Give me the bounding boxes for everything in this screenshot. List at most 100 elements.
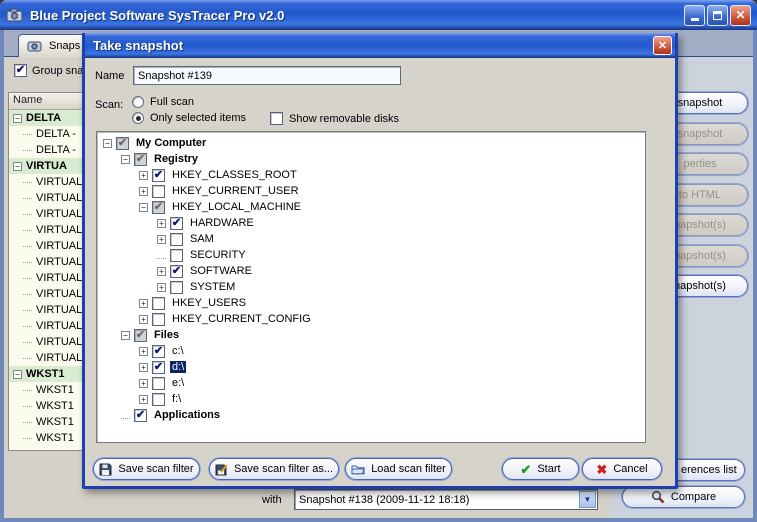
tree-node-label[interactable]: SOFTWARE bbox=[188, 265, 254, 277]
list-item-label: VIRTUAL bbox=[36, 352, 82, 364]
tree-node[interactable]: −✔ HKEY_LOCAL_MACHINE bbox=[97, 199, 645, 215]
tree-node[interactable]: + HKEY_USERS bbox=[97, 295, 645, 311]
start-button[interactable]: ✔ Start bbox=[502, 458, 579, 480]
compare-button[interactable]: Compare bbox=[622, 486, 745, 508]
tree-checkbox[interactable]: ✔ bbox=[152, 169, 165, 182]
maximize-button[interactable] bbox=[707, 5, 728, 26]
tree-line bbox=[23, 150, 32, 151]
tree-checkbox[interactable]: ✔ bbox=[152, 345, 165, 358]
tree-node-label[interactable]: SECURITY bbox=[188, 249, 248, 261]
collapse-icon[interactable]: − bbox=[121, 331, 130, 340]
tree-node[interactable]: + f:\ bbox=[97, 391, 645, 407]
tree-node[interactable]: + ✔ d:\ bbox=[97, 359, 645, 375]
tree-node[interactable]: + ✔ c:\ bbox=[97, 343, 645, 359]
snapshot-name-input[interactable] bbox=[133, 66, 401, 85]
tree-node[interactable]: + ✔ HKEY_CLASSES_ROOT bbox=[97, 167, 645, 183]
dialog-close-button[interactable]: ✕ bbox=[653, 36, 672, 55]
collapse-icon[interactable]: − bbox=[13, 370, 22, 379]
tree-checkbox[interactable]: ✔ bbox=[116, 137, 129, 150]
list-item-label: DELTA - bbox=[36, 128, 76, 140]
tree-checkbox[interactable] bbox=[152, 377, 165, 390]
expand-icon[interactable]: + bbox=[139, 187, 148, 196]
tree-checkbox[interactable] bbox=[170, 249, 183, 262]
compare-with-combobox[interactable]: Snapshot #138 (2009-11-12 18:18) ▼ bbox=[294, 489, 598, 510]
collapse-icon[interactable]: − bbox=[13, 162, 22, 171]
collapse-icon[interactable]: − bbox=[13, 114, 22, 123]
tree-node-label[interactable]: c:\ bbox=[170, 345, 186, 357]
tree-node-label[interactable]: Applications bbox=[152, 409, 222, 421]
tree-node-label[interactable]: HKEY_LOCAL_MACHINE bbox=[170, 201, 303, 213]
tree-node-label[interactable]: f:\ bbox=[170, 393, 183, 405]
tree-node[interactable]: + ✔ SOFTWARE bbox=[97, 263, 645, 279]
tree-node-label[interactable]: d:\ bbox=[170, 361, 186, 373]
show-removable-disks-checkbox[interactable] bbox=[270, 112, 283, 125]
collapse-icon[interactable]: − bbox=[121, 155, 130, 164]
minimize-button[interactable] bbox=[684, 5, 705, 26]
expand-icon[interactable]: + bbox=[139, 299, 148, 308]
expand-icon[interactable]: + bbox=[139, 347, 148, 356]
tree-node-label[interactable]: HKEY_CLASSES_ROOT bbox=[170, 169, 299, 181]
window-title: Blue Project Software SysTracer Pro v2.0 bbox=[30, 8, 284, 23]
collapse-icon[interactable]: − bbox=[103, 139, 112, 148]
list-item-label: VIRTUAL bbox=[36, 320, 82, 332]
radio-full-scan[interactable]: Full scan bbox=[132, 96, 194, 108]
expand-icon[interactable]: + bbox=[157, 235, 166, 244]
save-scan-filter-button[interactable]: Save scan filter bbox=[93, 458, 200, 480]
group-snapshots-checkbox[interactable]: ✔ bbox=[14, 64, 27, 77]
expand-icon[interactable]: + bbox=[157, 219, 166, 228]
tree-node-label[interactable]: e:\ bbox=[170, 377, 186, 389]
expand-icon[interactable]: + bbox=[139, 395, 148, 404]
tree-checkbox[interactable] bbox=[152, 393, 165, 406]
tree-node-label[interactable]: HKEY_CURRENT_USER bbox=[170, 185, 301, 197]
expand-icon[interactable]: + bbox=[139, 379, 148, 388]
tree-node[interactable]: −✔ Files bbox=[97, 327, 645, 343]
tree-checkbox[interactable] bbox=[152, 313, 165, 326]
radio-only-selected[interactable]: Only selected items bbox=[132, 112, 246, 124]
tree-checkbox[interactable] bbox=[170, 233, 183, 246]
tree-node[interactable]: + SYSTEM bbox=[97, 279, 645, 295]
tree-node-label[interactable]: Files bbox=[152, 329, 181, 341]
tree-node-label[interactable]: HARDWARE bbox=[188, 217, 256, 229]
tree-node[interactable]: + SAM bbox=[97, 231, 645, 247]
tree-node[interactable]: + ✔ HARDWARE bbox=[97, 215, 645, 231]
tree-node[interactable]: + HKEY_CURRENT_CONFIG bbox=[97, 311, 645, 327]
tree-checkbox[interactable] bbox=[170, 281, 183, 294]
show-removable-disks-row[interactable]: Show removable disks bbox=[270, 112, 399, 125]
tree-checkbox[interactable]: ✔ bbox=[152, 201, 165, 214]
expand-icon[interactable]: + bbox=[139, 363, 148, 372]
expand-icon[interactable]: + bbox=[157, 267, 166, 276]
tree-checkbox[interactable] bbox=[152, 185, 165, 198]
tree-checkbox[interactable]: ✔ bbox=[134, 329, 147, 342]
close-button[interactable]: ✕ bbox=[730, 5, 751, 26]
save-scan-filter-as-button[interactable]: Save scan filter as... bbox=[209, 458, 339, 480]
expand-icon[interactable]: + bbox=[139, 315, 148, 324]
tree-node-label[interactable]: My Computer bbox=[134, 137, 208, 149]
tree-checkbox[interactable]: ✔ bbox=[134, 409, 147, 422]
tree-checkbox[interactable] bbox=[152, 297, 165, 310]
expand-icon[interactable]: + bbox=[139, 171, 148, 180]
tree-node[interactable]: ✔ Applications bbox=[97, 407, 645, 423]
tree-node[interactable]: + e:\ bbox=[97, 375, 645, 391]
tree-node-label[interactable]: SYSTEM bbox=[188, 281, 237, 293]
tree-checkbox[interactable]: ✔ bbox=[134, 153, 147, 166]
tree-checkbox[interactable]: ✔ bbox=[152, 361, 165, 374]
load-scan-filter-button[interactable]: Load scan filter bbox=[345, 458, 452, 480]
tree-node[interactable]: SECURITY bbox=[97, 247, 645, 263]
tree-node[interactable]: −✔ My Computer bbox=[97, 135, 645, 151]
chevron-down-icon[interactable]: ▼ bbox=[579, 491, 596, 508]
action-button-label: napshot(s) bbox=[674, 250, 726, 262]
tree-node-label[interactable]: HKEY_CURRENT_CONFIG bbox=[170, 313, 313, 325]
tree-checkbox[interactable]: ✔ bbox=[170, 265, 183, 278]
expand-icon[interactable]: + bbox=[157, 283, 166, 292]
tree-node-label[interactable]: SAM bbox=[188, 233, 216, 245]
tree-line bbox=[23, 198, 32, 199]
list-item-label: VIRTUAL bbox=[36, 176, 82, 188]
close-icon: ✕ bbox=[735, 9, 745, 21]
collapse-icon[interactable]: − bbox=[139, 203, 148, 212]
tree-node[interactable]: −✔ Registry bbox=[97, 151, 645, 167]
tree-node[interactable]: + HKEY_CURRENT_USER bbox=[97, 183, 645, 199]
tree-checkbox[interactable]: ✔ bbox=[170, 217, 183, 230]
cancel-button[interactable]: ✖ Cancel bbox=[582, 458, 662, 480]
tree-node-label[interactable]: HKEY_USERS bbox=[170, 297, 248, 309]
tree-node-label[interactable]: Registry bbox=[152, 153, 200, 165]
